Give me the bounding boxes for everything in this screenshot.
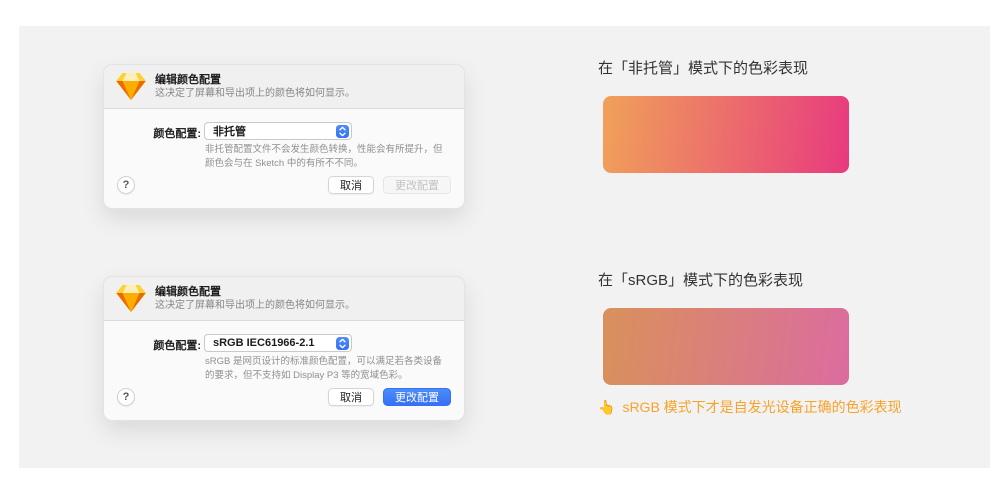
help-button[interactable]: ?: [117, 388, 135, 406]
pointing-up-icon: 👆: [598, 399, 615, 416]
sketch-diamond-icon: [116, 285, 146, 312]
preview-title-srgb: 在「sRGB」模式下的色彩表现: [598, 269, 803, 290]
dialog-body: 颜色配置: sRGB IEC61966-2.1 sRGB 是网页设计的标准颜色配…: [104, 322, 464, 420]
color-profile-select[interactable]: sRGB IEC61966-2.1: [204, 334, 352, 352]
profile-description-text: sRGB 是网页设计的标准颜色配置，可以满足若各类设备的要求，但不支持如 Dis…: [205, 355, 448, 383]
cancel-button[interactable]: 取消: [328, 176, 374, 194]
color-profile-select[interactable]: 非托管: [204, 122, 352, 140]
dialog-header-text: 编辑颜色配置 这决定了屏幕和导出项上的颜色将如何显示。: [155, 285, 355, 312]
dialog-header: 编辑颜色配置 这决定了屏幕和导出项上的颜色将如何显示。: [104, 65, 464, 109]
dialog-body: 颜色配置: 非托管 非托管配置文件不会发生颜色转换，性能会有所提升，但颜色会与在…: [104, 110, 464, 208]
dialog-header: 编辑颜色配置 这决定了屏幕和导出项上的颜色将如何显示。: [104, 277, 464, 321]
gradient-swatch-unmanaged: [603, 96, 849, 173]
help-button[interactable]: ?: [117, 176, 135, 194]
dialog-title: 编辑颜色配置: [155, 73, 355, 87]
color-profile-field-label: 颜色配置:: [104, 337, 201, 353]
cancel-button[interactable]: 取消: [328, 388, 374, 406]
dialog-header-text: 编辑颜色配置 这决定了屏幕和导出项上的颜色将如何显示。: [155, 73, 355, 100]
dialog-title: 编辑颜色配置: [155, 285, 355, 299]
dialog-subtitle: 这决定了屏幕和导出项上的颜色将如何显示。: [155, 299, 355, 312]
srgb-note-text: sRGB 模式下才是自发光设备正确的色彩表现: [622, 397, 901, 417]
dialog-subtitle: 这决定了屏幕和导出项上的颜色将如何显示。: [155, 87, 355, 100]
popup-stepper-icon: [336, 337, 349, 350]
profile-description-text: 非托管配置文件不会发生颜色转换，性能会有所提升，但颜色会与在 Sketch 中的…: [205, 143, 448, 171]
dialog-button-row: 取消 更改配置: [328, 388, 451, 406]
color-profile-dialog-unmanaged: 编辑颜色配置 这决定了屏幕和导出项上的颜色将如何显示。 颜色配置: 非托管 非托…: [103, 64, 465, 209]
color-profile-selected-value: sRGB IEC61966-2.1: [213, 337, 315, 349]
srgb-note: 👆 sRGB 模式下才是自发光设备正确的色彩表现: [598, 397, 902, 417]
change-profile-button[interactable]: 更改配置: [383, 388, 451, 406]
color-profile-selected-value: 非托管: [213, 123, 246, 139]
color-profile-dialog-srgb: 编辑颜色配置 这决定了屏幕和导出项上的颜色将如何显示。 颜色配置: sRGB I…: [103, 276, 465, 421]
gradient-swatch-srgb: [603, 308, 849, 385]
color-profile-field-label: 颜色配置:: [104, 125, 201, 141]
popup-stepper-icon: [336, 125, 349, 138]
dialog-button-row: 取消 更改配置: [328, 176, 451, 194]
sketch-diamond-icon: [116, 73, 146, 100]
change-profile-button: 更改配置: [383, 176, 451, 194]
preview-title-unmanaged: 在「非托管」模式下的色彩表现: [598, 57, 808, 78]
